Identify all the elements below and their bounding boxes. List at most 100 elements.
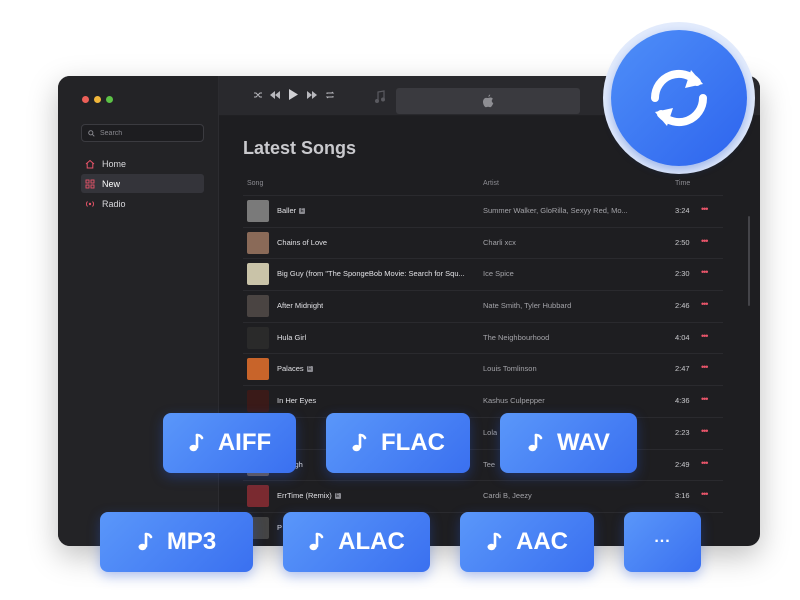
album-cover: [247, 485, 269, 508]
format-badge-alac[interactable]: ALAC: [283, 512, 430, 572]
radio-icon: [86, 200, 94, 207]
song-duration: 4:04: [675, 332, 690, 342]
album-cover: [247, 200, 269, 222]
song-artist[interactable]: Tee: [483, 460, 495, 469]
song-duration: 3:24: [675, 206, 690, 215]
minimize-window-button[interactable]: [94, 96, 101, 103]
sidebar-item-label: Home: [102, 158, 127, 169]
music-note-button[interactable]: [374, 90, 386, 109]
sidebar-item-home[interactable]: Home: [81, 154, 204, 173]
table-row[interactable]: Palaces E Louis Tomlinson 2:47 •••: [243, 353, 723, 385]
song-duration: 2:46: [675, 301, 690, 311]
song-title-text: Big Guy (from "The SpongeBob Movie: Sear…: [277, 269, 465, 279]
music-note-icon: [528, 433, 543, 452]
album-cover: [247, 358, 269, 381]
sync-circle: [611, 30, 747, 166]
more-options-button[interactable]: •••: [701, 394, 709, 404]
column-header-artist[interactable]: Artist: [483, 180, 499, 187]
song-title-text: In Her Eyes: [277, 396, 317, 406]
repeat-icon: [325, 91, 335, 99]
song-artist[interactable]: Kashus Culpepper: [483, 396, 545, 405]
format-badge-mp3[interactable]: MP3: [100, 512, 253, 572]
album-cover: [247, 263, 269, 286]
zoom-window-button[interactable]: [106, 96, 113, 103]
more-formats-badge[interactable]: ...: [624, 512, 701, 572]
music-note-icon: [375, 90, 385, 103]
song-duration: 2:47: [675, 364, 690, 374]
song-title: Hula Girl: [277, 333, 306, 342]
song-title-text: Baller: [277, 206, 297, 215]
song-artist[interactable]: Louis Tomlinson: [483, 364, 537, 373]
album-cover: [247, 390, 269, 413]
sidebar-item-label: Radio: [102, 198, 126, 209]
song-artist[interactable]: Cardi B, Jeezy: [483, 491, 532, 500]
shuffle-icon: [254, 92, 262, 98]
next-track-button[interactable]: [306, 90, 318, 100]
column-header-time[interactable]: Time: [675, 180, 690, 187]
song-artist[interactable]: Charli xcx: [483, 238, 516, 247]
page-title: Latest Songs: [243, 138, 357, 158]
scrollbar[interactable]: [748, 216, 750, 306]
format-badge-flac[interactable]: FLAC: [326, 413, 470, 473]
table-row[interactable]: After Midnight Nate Smith, Tyler Hubbard 2…: [243, 290, 723, 322]
table-row[interactable]: Big Guy (from "The SpongeBob Movie: Sear…: [243, 258, 723, 290]
sync-icon: [650, 69, 708, 127]
song-title: Palaces E: [277, 364, 313, 373]
format-badge-wav[interactable]: WAV: [500, 413, 637, 473]
table-row[interactable]: Chains of Love Charli xcx 2:50 •••: [243, 226, 723, 259]
more-options-button[interactable]: •••: [701, 458, 709, 468]
music-note-icon: [189, 433, 204, 452]
search-icon: [88, 129, 95, 137]
search-box[interactable]: [81, 124, 204, 142]
search-input[interactable]: [100, 129, 200, 137]
album-cover: [247, 326, 269, 349]
album-cover: [247, 231, 269, 254]
format-label: WAV: [557, 429, 610, 456]
close-window-button[interactable]: [82, 96, 89, 103]
shuffle-button[interactable]: [253, 90, 263, 100]
song-artist[interactable]: Ice Spice: [483, 269, 514, 278]
repeat-button[interactable]: [325, 90, 335, 100]
song-artist[interactable]: The Neighbourhood: [483, 333, 549, 342]
table-row[interactable]: Hula Girl The Neighbourhood 4:04 •••: [243, 321, 723, 354]
song-artist[interactable]: Lola: [483, 428, 497, 437]
format-badge-aac[interactable]: AAC: [460, 512, 594, 572]
table-row[interactable]: ELola2:23•••: [243, 416, 723, 449]
format-badge-aiff[interactable]: AIFF: [163, 413, 296, 473]
music-note-icon: [487, 532, 502, 551]
more-options-button[interactable]: •••: [701, 426, 709, 436]
more-options-button[interactable]: •••: [701, 299, 709, 309]
table-row[interactable]: ErrTime (Remix) E Cardi B, Jeezy 3:16 •••: [243, 480, 723, 512]
music-note-icon: [309, 532, 324, 551]
song-title-text: P: [277, 522, 283, 532]
song-artist[interactable]: Nate Smith, Tyler Hubbard: [483, 301, 571, 310]
more-options-button[interactable]: •••: [701, 236, 709, 246]
more-options-button[interactable]: •••: [701, 331, 709, 341]
previous-track-button[interactable]: [269, 90, 281, 100]
home-icon: [85, 159, 95, 168]
table-row[interactable]: In Her Eyes Kashus Culpepper 4:36 •••: [243, 385, 723, 417]
more-options-button[interactable]: •••: [701, 204, 709, 214]
more-options-button[interactable]: •••: [701, 362, 709, 372]
song-title-text: Chains of Love: [277, 237, 328, 247]
table-row[interactable]: Baller E Summer Walker, GloRilla, Sexyy Re…: [243, 195, 723, 227]
more-options-button[interactable]: •••: [701, 489, 709, 499]
song-artist[interactable]: Summer Walker, GloRilla, Sexyy Red, Mo..…: [483, 206, 628, 215]
format-label: ALAC: [338, 528, 405, 555]
format-label: ...: [654, 529, 671, 546]
column-header-song[interactable]: Song: [247, 180, 263, 187]
music-note-icon: [352, 433, 367, 452]
song-title: Baller E: [277, 206, 306, 215]
table-row[interactable]: EnoughTee2:49•••: [243, 448, 723, 481]
song-title: ErrTime (Remix) E: [277, 491, 341, 500]
song-title: P: [277, 523, 282, 532]
format-label: AAC: [516, 528, 568, 555]
sidebar-item-new[interactable]: New: [81, 174, 204, 193]
apple-logo-icon: [482, 94, 494, 108]
table-header: Song Artist Time: [243, 178, 723, 194]
sidebar-item-radio[interactable]: Radio: [81, 194, 204, 213]
explicit-badge: E: [334, 493, 341, 500]
more-options-button[interactable]: •••: [701, 267, 709, 277]
play-button[interactable]: [288, 88, 299, 101]
format-label: MP3: [166, 528, 217, 555]
